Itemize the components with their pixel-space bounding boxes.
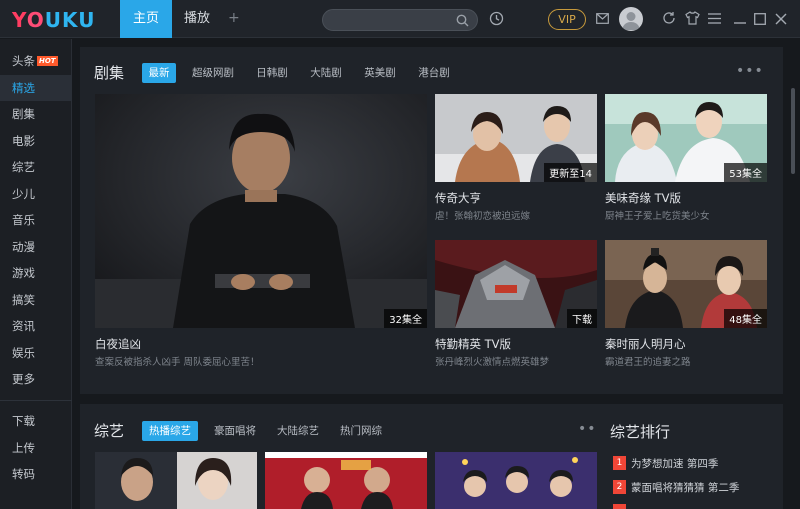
sidebar-item-kids[interactable]: 少儿 bbox=[0, 181, 72, 207]
add-tab-button[interactable]: + bbox=[228, 10, 240, 26]
rank-number: 2 bbox=[613, 480, 626, 494]
chip-masked-singer[interactable]: 豪面唱将 bbox=[210, 421, 260, 441]
vip-button[interactable]: VIP bbox=[548, 9, 586, 30]
download-badge: 下载 bbox=[567, 309, 597, 328]
card-subtitle: 张丹峰烈火激情点燃英雄梦 bbox=[435, 357, 550, 368]
skin-icon[interactable] bbox=[685, 11, 700, 28]
tab-play[interactable]: 播放 bbox=[174, 0, 220, 38]
card-title[interactable]: 美味奇缘 TV版 bbox=[605, 190, 681, 206]
more-button[interactable]: ••• bbox=[736, 63, 764, 79]
sidebar-item-entertainment[interactable]: 娱乐 bbox=[0, 340, 72, 366]
close-icon[interactable] bbox=[775, 13, 787, 28]
episode-badge: 48集全 bbox=[724, 309, 767, 328]
logo-letter: K bbox=[62, 8, 79, 32]
refresh-icon[interactable] bbox=[662, 11, 676, 28]
episode-badge: 更新至14 bbox=[544, 163, 597, 182]
section-title: 综艺 bbox=[94, 422, 125, 440]
ranking-item[interactable]: 蒙面唱将猜猜猜 第二季 bbox=[631, 480, 739, 495]
chip-hk-tw-drama[interactable]: 港台剧 bbox=[416, 63, 452, 83]
ranking-item[interactable]: 为梦想加速 第四季 bbox=[631, 456, 718, 471]
chip-kr-jp-drama[interactable]: 日韩剧 bbox=[254, 63, 290, 83]
card-image bbox=[265, 452, 427, 509]
mail-icon[interactable] bbox=[596, 13, 609, 27]
chip-mainland-variety[interactable]: 大陆综艺 bbox=[273, 421, 323, 441]
sidebar-divider bbox=[0, 400, 72, 401]
sidebar-item-comedy[interactable]: 搞笑 bbox=[0, 287, 72, 313]
sidebar: 头条 HOT 精选 剧集 电影 综艺 少儿 音乐 动漫 游戏 搞笑 资讯 娱乐 更… bbox=[0, 39, 72, 509]
card-image bbox=[435, 452, 597, 509]
sidebar-item-movies[interactable]: 电影 bbox=[0, 128, 72, 154]
maximize-icon[interactable] bbox=[754, 13, 766, 28]
card-thumbnail[interactable]: 下载 bbox=[435, 240, 597, 328]
logo-letter: O bbox=[26, 8, 45, 32]
card-subtitle: 虐！张翰初恋被迫远嫁 bbox=[435, 211, 531, 222]
scrollbar-thumb[interactable] bbox=[791, 88, 795, 174]
featured-image bbox=[95, 94, 427, 328]
ranking-title: 综艺排行 bbox=[610, 423, 671, 441]
chip-web-variety[interactable]: 热门网综 bbox=[336, 421, 386, 441]
variety-section: 综艺 热播综艺 豪面唱将 大陆综艺 热门网综 ••• bbox=[80, 404, 605, 509]
card-title[interactable]: 传奇大亨 bbox=[435, 190, 481, 206]
search-input[interactable] bbox=[333, 12, 453, 28]
card-title[interactable]: 特勤精英 TV版 bbox=[435, 336, 511, 352]
episode-badge: 32集全 bbox=[384, 309, 427, 328]
card-thumbnail[interactable]: 48集全 bbox=[605, 240, 767, 328]
episode-badge: 53集全 bbox=[724, 163, 767, 182]
rank-number bbox=[613, 504, 626, 509]
sidebar-item-label: 头条 bbox=[12, 54, 35, 68]
card-thumbnail[interactable] bbox=[95, 452, 257, 509]
sidebar-item-games[interactable]: 游戏 bbox=[0, 260, 72, 286]
card-thumbnail[interactable]: 53集全 bbox=[605, 94, 767, 182]
card-subtitle: 查案反被指杀人凶手 周队委屈心里苦！ bbox=[95, 357, 260, 368]
card-thumbnail[interactable] bbox=[435, 452, 597, 509]
sidebar-item-drama[interactable]: 剧集 bbox=[0, 101, 72, 127]
rank-number: 1 bbox=[613, 456, 626, 470]
sidebar-item-download[interactable]: 下载 bbox=[0, 408, 72, 434]
featured-thumbnail[interactable]: 32集全 bbox=[95, 94, 427, 328]
card-title[interactable]: 白夜追凶 bbox=[95, 336, 141, 352]
youku-logo[interactable]: YOUKU bbox=[12, 8, 95, 32]
menu-icon[interactable] bbox=[708, 13, 721, 27]
sidebar-item-more[interactable]: 更多 bbox=[0, 366, 72, 392]
drama-section: 剧集 最新 超级网剧 日韩剧 大陆剧 英美剧 港台剧 ••• 32集全 白夜追凶… bbox=[80, 47, 783, 394]
chip-latest[interactable]: 最新 bbox=[142, 63, 176, 83]
sidebar-item-variety[interactable]: 综艺 bbox=[0, 154, 72, 180]
sidebar-item-headlines[interactable]: 头条 HOT bbox=[0, 48, 72, 74]
search-icon[interactable] bbox=[456, 14, 469, 30]
logo-letter: Y bbox=[12, 8, 27, 32]
chip-web-drama[interactable]: 超级网剧 bbox=[188, 63, 238, 83]
card-thumbnail[interactable]: 更新至14 bbox=[435, 94, 597, 182]
search-box bbox=[322, 9, 478, 31]
sidebar-item-featured[interactable]: 精选 bbox=[0, 75, 72, 101]
sidebar-item-news[interactable]: 资讯 bbox=[0, 313, 72, 339]
hot-badge: HOT bbox=[37, 56, 58, 66]
title-bar: YOUKU 主页 播放 + VIP bbox=[0, 0, 800, 38]
section-title: 剧集 bbox=[94, 64, 125, 82]
chip-mainland-drama[interactable]: 大陆剧 bbox=[308, 63, 344, 83]
card-subtitle: 霸道君王的追妻之路 bbox=[605, 357, 691, 368]
chip-us-uk-drama[interactable]: 英美剧 bbox=[362, 63, 398, 83]
history-icon[interactable] bbox=[489, 11, 504, 29]
card-title[interactable]: 秦时丽人明月心 bbox=[605, 336, 686, 352]
chip-hot-variety[interactable]: 热播综艺 bbox=[142, 421, 198, 441]
minimize-icon[interactable] bbox=[734, 14, 746, 28]
sidebar-item-transcode[interactable]: 转码 bbox=[0, 461, 72, 487]
logo-letter: U bbox=[44, 8, 63, 32]
logo-letter: U bbox=[78, 8, 96, 32]
card-thumbnail[interactable] bbox=[265, 452, 427, 509]
sidebar-item-upload[interactable]: 上传 bbox=[0, 435, 72, 461]
card-subtitle: 厨神王子爱上吃货美少女 bbox=[605, 211, 710, 222]
card-image bbox=[95, 452, 257, 509]
sidebar-item-anime[interactable]: 动漫 bbox=[0, 234, 72, 260]
avatar[interactable] bbox=[619, 7, 643, 31]
sidebar-item-music[interactable]: 音乐 bbox=[0, 207, 72, 233]
tab-home[interactable]: 主页 bbox=[120, 0, 172, 38]
